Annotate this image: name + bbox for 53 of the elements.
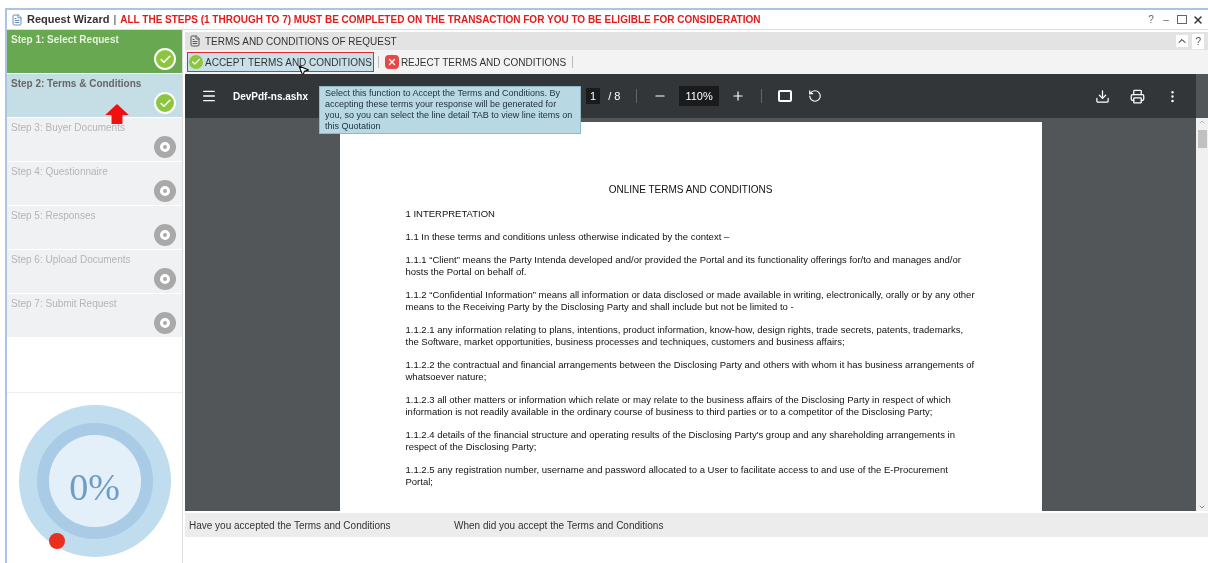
document-title: ONLINE TERMS AND CONDITIONS xyxy=(607,184,774,196)
clause-paragraph: 1.1.2.4 details of the financial structure and operating results of the Disclosing Party's group and any shareholding arrangements in respect of the Disclosing Party; xyxy=(405,429,956,453)
step-label: Step 4: Questionnaire xyxy=(11,165,109,179)
step-label: Step 2: Terms & Conditions xyxy=(11,77,143,91)
step-label: Step 6: Upload Documents xyxy=(11,253,132,267)
collapse-icon[interactable] xyxy=(1176,35,1189,47)
clause-paragraph: 1.1.2.3 all other matters or information which relate or may relate to the business affairs of the Disclosing Party in respect of which information is not readily available in the ordinary course of business to third parties or to a competitor of the Disclosing Party; xyxy=(405,394,952,418)
page-number-field[interactable]: 1 xyxy=(586,87,601,105)
step-label: Step 5: Responses xyxy=(11,209,97,223)
rotate-icon[interactable] xyxy=(807,89,822,103)
accept-check-icon xyxy=(189,55,203,69)
page-count: / 8 xyxy=(608,88,621,104)
tooltip: Select this function to Accept the Terms and Conditions. By accepting these terms your response will be generated for you, so you can select the line detail TAB to view line items on this Quotation xyxy=(319,86,581,134)
field-label: When did you accept the Terms and Conditions xyxy=(454,518,664,533)
zoom-in-icon[interactable] xyxy=(730,89,745,103)
window-title: Request Wizard xyxy=(27,12,110,28)
window-control-button[interactable]: – xyxy=(1160,12,1172,27)
step-label: Step 3: Buyer Documents xyxy=(11,121,126,135)
restore-icon[interactable] xyxy=(1177,15,1187,24)
close-icon[interactable] xyxy=(1192,13,1204,26)
document-icon xyxy=(189,35,201,47)
clause-paragraph: 1.1 In these terms and conditions unless otherwise indicated by the context – xyxy=(405,231,731,243)
reject-button[interactable]: REJECT TERMS AND CONDITIONS xyxy=(382,52,569,72)
reject-x-icon xyxy=(384,55,399,69)
form-icon xyxy=(11,13,23,26)
wizard-step[interactable]: Step 2: Terms & Conditions xyxy=(7,74,182,118)
arrow-icon xyxy=(104,104,130,124)
menu-icon[interactable] xyxy=(201,88,217,104)
notice-text: ALL THE STEPS (1 THROUGH TO 7) MUST BE COMPLETED ON THE TRANSACTION FOR YOU TO BE ELIGIBLE FOR CONSIDERATION xyxy=(120,13,761,27)
accept-button[interactable]: ACCEPT TERMS AND CONDITIONS xyxy=(187,52,374,72)
clause-paragraph: 1.1.2.5 any registration number, username and password allocated to a User to facilitate access to and use of the E-Procurement Portal; xyxy=(405,464,949,488)
fit-page-icon[interactable] xyxy=(777,90,792,102)
step-label: Step 7: Submit Request xyxy=(11,297,118,311)
zoom-field[interactable]: 110% xyxy=(679,85,719,107)
help-button[interactable]: ? xyxy=(1192,33,1204,49)
scrollbar[interactable] xyxy=(1196,118,1208,511)
step-label: Step 1: Select Request xyxy=(11,33,120,47)
print-icon[interactable] xyxy=(1130,88,1145,104)
progress-percent: 0% xyxy=(68,465,121,510)
panel-title: TERMS AND CONDITIONS OF REQUEST xyxy=(205,34,397,49)
clause-paragraph: 1.1.2.1 any information relating to plans, intentions, product information, know-how, design rights, trade secrets, patents, trademarks, the Software, market opportunities, business processes and techniques, customers and business affairs; xyxy=(405,324,965,348)
clause-paragraph: 1.1.2 “Confidential Information” means all information or data disclosed or made available in writing, electronically, orally or by any other means to the Receiving Party by the Disclosing Party and shall include but not be limited to - xyxy=(405,289,976,313)
progress-handle xyxy=(48,533,65,549)
title-separator: | xyxy=(113,12,117,28)
section-heading: 1 INTERPRETATION xyxy=(405,208,496,220)
file-name: DevPdf-ns.ashx xyxy=(233,89,309,104)
clause-paragraph: 1.1.2.2 the contractual and financial arrangements between the Disclosing Party and others with whom it has business arrangements of whatsoever nature; xyxy=(405,359,976,383)
clause-paragraph: 1.1.1 “Client” means the Party Intenda developed and/or provided the Portal and its functionality offerings for/to and manages and/or hosts the Portal on behalf of. xyxy=(405,254,962,278)
window-control-button[interactable]: ? xyxy=(1145,12,1157,27)
field-label: Have you accepted the Terms and Conditions xyxy=(189,518,392,533)
download-icon[interactable] xyxy=(1095,88,1110,104)
scrollbar-thumb[interactable] xyxy=(1197,130,1207,148)
scroll-down-icon[interactable] xyxy=(1198,503,1206,511)
